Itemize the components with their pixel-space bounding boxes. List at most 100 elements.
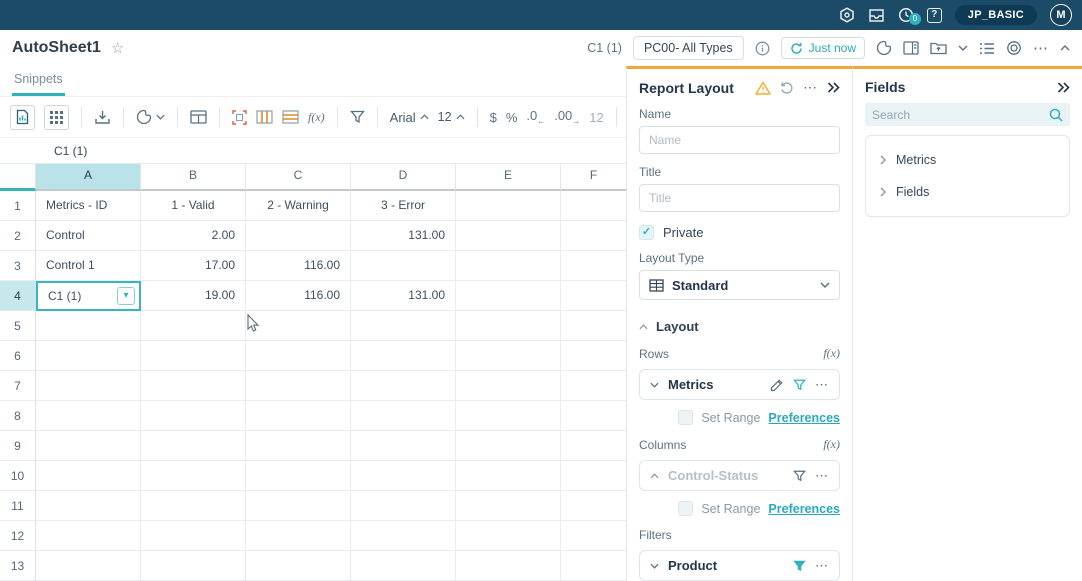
row-header-13[interactable]: 13 [0,551,36,581]
font-family-selector[interactable]: Arial [390,110,429,125]
percent-format-button[interactable]: % [506,110,518,125]
undo-icon[interactable] [780,81,794,94]
filter-funnel-button[interactable] [350,110,365,124]
grid-cell-C11[interactable] [246,491,351,521]
export-folder-icon[interactable] [930,41,947,55]
grid-cell-C12[interactable] [246,521,351,551]
grid-cell-C3[interactable]: 116.00 [246,251,351,281]
columns-field-card[interactable]: Control-Status ⋯ [639,460,840,491]
grid-cell-B13[interactable] [141,551,246,581]
grid-cell-B4[interactable]: 19.00 [141,281,246,311]
column-header-E[interactable]: E [456,164,561,191]
grid-cell-D2[interactable]: 131.00 [351,221,456,251]
row-header-6[interactable]: 6 [0,341,36,371]
more-options-icon[interactable]: ⋯ [1033,39,1049,57]
help-icon[interactable]: ? [927,8,942,23]
grid-cell-E9[interactable] [456,431,561,461]
grid-cell-E3[interactable] [456,251,561,281]
filters-field-card[interactable]: Product ⋯ [639,550,840,581]
currency-format-button[interactable]: $ [490,110,497,125]
panel-more-icon[interactable]: ⋯ [803,79,818,96]
grid-cell-F6[interactable] [561,341,626,371]
theme-palette-button[interactable] [136,109,165,125]
row-header-2[interactable]: 2 [0,221,36,251]
column-header-D[interactable]: D [351,164,456,191]
grid-cell-D4[interactable]: 131.00 [351,281,456,311]
font-size-selector[interactable]: 12 [438,110,465,124]
title-input[interactable] [639,184,840,212]
grid-cell-F8[interactable] [561,401,626,431]
grid-cell-A2[interactable]: Control [36,221,141,251]
grid-cell-B5[interactable] [141,311,246,341]
grid-cell-B6[interactable] [141,341,246,371]
info-icon[interactable] [755,41,770,56]
edit-pencil-icon[interactable] [770,378,784,392]
grid-cell-C9[interactable] [246,431,351,461]
grid-cell-F11[interactable] [561,491,626,521]
grid-cell-F3[interactable] [561,251,626,281]
row-header-8[interactable]: 8 [0,401,36,431]
grid-cell-F7[interactable] [561,371,626,401]
export-dropdown-chevron-icon[interactable] [958,45,968,51]
rows-field-card[interactable]: Metrics ⋯ [639,369,840,400]
grid-cell-D11[interactable] [351,491,456,521]
grid-cell-B11[interactable] [141,491,246,521]
target-circles-icon[interactable] [1006,40,1022,56]
rows-more-icon[interactable]: ⋯ [815,377,829,393]
grid-cell-E6[interactable] [456,341,561,371]
grid-cell-C4[interactable]: 116.00 [246,281,351,311]
settings-hexagon-icon[interactable] [839,7,855,23]
frame-borders-button[interactable] [232,110,247,125]
grid-cell-C13[interactable] [246,551,351,581]
collapse-fields-panel-icon[interactable] [1057,82,1070,93]
row-header-12[interactable]: 12 [0,521,36,551]
download-button[interactable] [94,109,111,125]
grid-cell-C5[interactable] [246,311,351,341]
grid-cell-A13[interactable] [36,551,141,581]
table-header-button[interactable] [190,110,207,124]
grid-cell-F5[interactable] [561,311,626,341]
grid-cell-B2[interactable]: 2.00 [141,221,246,251]
rows-layout-button[interactable] [282,110,299,124]
tree-item-metrics[interactable]: Metrics [866,144,1069,176]
row-header-1[interactable]: 1 [0,191,36,221]
grid-cell-D10[interactable] [351,461,456,491]
fields-search-box[interactable] [865,103,1070,126]
grid-cell-B9[interactable] [141,431,246,461]
grid-cell-B10[interactable] [141,461,246,491]
name-box[interactable]: C1 (1) [0,138,626,164]
grid-cell-E12[interactable] [456,521,561,551]
grid-cell-D6[interactable] [351,341,456,371]
tree-item-fields[interactable]: Fields [866,176,1069,208]
grid-cell-B1[interactable]: 1 - Valid [141,191,246,221]
grid-cell-D13[interactable] [351,551,456,581]
decrease-decimal-button[interactable]: .0← [526,108,545,126]
selection-label[interactable]: C1 (1) [587,41,622,55]
column-header-F[interactable]: F [561,164,626,191]
collapse-panel-icon[interactable] [827,82,840,93]
private-checkbox[interactable]: ✓ [639,225,654,240]
fields-search-input[interactable] [872,108,1049,122]
row-header-5[interactable]: 5 [0,311,36,341]
filter-funnel-icon[interactable] [793,470,806,482]
filter-funnel-icon[interactable] [793,379,806,391]
grid-cell-A9[interactable] [36,431,141,461]
columns-set-range-checkbox[interactable] [678,501,693,516]
inbox-icon[interactable] [868,8,885,23]
grid-cell-A5[interactable] [36,311,141,341]
row-header-9[interactable]: 9 [0,431,36,461]
grid-cell-E1[interactable] [456,191,561,221]
grid-cell-F1[interactable] [561,191,626,221]
columns-preferences-link[interactable]: Preferences [768,502,840,516]
filters-more-icon[interactable]: ⋯ [815,558,829,574]
refresh-status-button[interactable]: Just now [781,37,865,59]
grid-cell-A12[interactable] [36,521,141,551]
collapse-header-icon[interactable] [1060,45,1070,51]
warning-icon[interactable] [755,81,771,95]
grid-cell-C6[interactable] [246,341,351,371]
favorite-star-icon[interactable]: ☆ [111,39,124,57]
columns-layout-button[interactable] [256,110,273,124]
grid-cell-C8[interactable] [246,401,351,431]
grid-cell-C7[interactable] [246,371,351,401]
list-view-icon[interactable] [979,42,995,55]
